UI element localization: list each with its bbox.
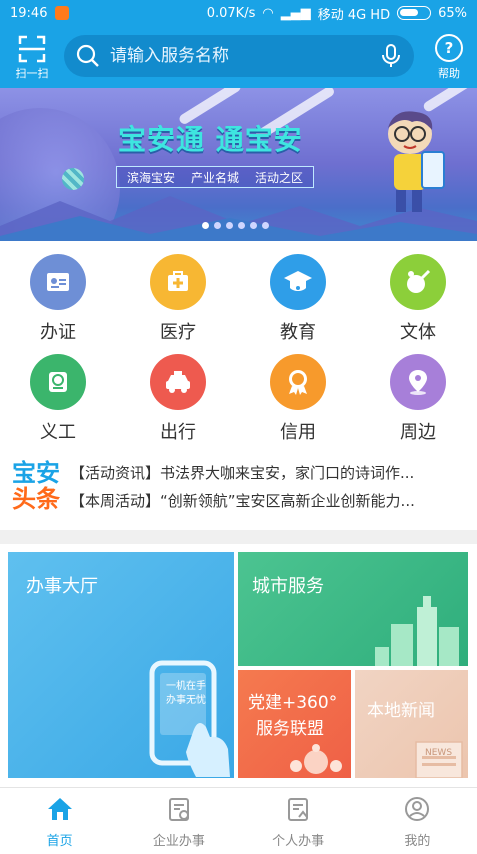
help-icon: ? [435,34,463,62]
city-services-tile[interactable]: 城市服务 [238,552,468,666]
headlines-logo: 宝安 头条 [8,460,64,512]
personal-doc-icon [288,798,309,821]
service-label: 信用 [280,422,316,443]
tile-title: 本地新闻 [367,701,435,721]
bottom-tab-bar: 首页 企业办事 个人办事 我的 [0,787,477,854]
search-icon [76,44,99,67]
service-label: 出行 [160,422,196,443]
banner-tag: 活动之区 [255,170,304,185]
medical-kit-icon [150,254,206,310]
office-hall-tile[interactable]: 办事大厅 一机在手 办事无忧 [8,552,234,778]
phone-hand-illustration [149,660,230,777]
scan-icon [18,35,46,63]
credit-medal-icon [270,354,326,410]
service-label: 义工 [40,422,76,443]
service-label: 医疗 [160,322,196,343]
tab-label: 企业办事 [152,834,205,849]
status-time: 19:46 [10,5,48,21]
ping-pong-icon [390,254,446,310]
user-icon [405,797,430,821]
banner-tag: 产业名城 [191,170,240,185]
headline-tag: 【本周活动】 [70,492,161,510]
scan-button[interactable]: 扫一扫 [8,32,56,84]
graduation-cap-icon [270,254,326,310]
pagination-dot[interactable] [226,222,233,229]
app-header: 扫一扫 ? 帮助 [0,26,477,88]
party-building-tile[interactable]: 党建+360° 服务联盟 [238,670,351,778]
promo-banner[interactable]: 宝安通 通宝安 滨海宝安 产业名城 活动之区 [0,88,477,241]
tab-home[interactable]: 首页 [0,788,119,854]
news-badge: NEWS [425,748,453,758]
section-divider [0,530,477,544]
service-item-chuxing[interactable]: 出行 [128,354,228,444]
service-item-zhoubian[interactable]: 周边 [368,354,468,444]
pagination-dot[interactable] [262,222,269,229]
banner-tag: 滨海宝安 [127,170,176,185]
scan-label: 扫一扫 [15,67,49,80]
pagination-dot[interactable] [238,222,245,229]
headline-item[interactable]: 【本周活动】“创新领航”宝安区高新企业创新能力... [70,490,470,511]
pagination-dot[interactable] [214,222,221,229]
mascot-illustration [388,111,445,212]
tab-mine[interactable]: 我的 [358,788,477,854]
headlines-section: 宝安 头条 【活动资讯】书法界大咖来宝安，家门口的诗词作... 【本周活动】“创… [0,458,477,520]
headlines-logo-line2: 头条 [12,485,60,513]
headline-text: “创新领航”宝安区高新企业创新能力... [160,492,415,510]
carrier-label: 移动 4G HD [317,7,391,23]
search-input[interactable] [110,46,380,66]
service-item-banzheng[interactable]: 办证 [8,254,108,344]
home-icon [47,798,72,820]
headlines-logo-line1: 宝安 [12,459,60,487]
local-news-tile[interactable]: 本地新闻 NEWS [355,670,468,778]
tile-title: 办事大厅 [26,576,98,597]
headline-text: 书法界大咖来宝安，家门口的诗词作... [160,464,415,482]
service-label: 文体 [400,322,436,343]
pagination-dot[interactable] [202,222,209,229]
service-item-jiaoyu[interactable]: 教育 [248,254,348,344]
phone-screen-text: 一机在手 办事无忧 [166,681,206,706]
tile-title-line2: 服务联盟 [256,719,324,739]
network-speed: 0.07K/s [206,5,256,21]
tile-title: 城市服务 [252,576,324,597]
service-item-wenti[interactable]: 文体 [368,254,468,344]
city-buildings-illustration [375,596,459,666]
service-label: 周边 [400,422,436,443]
search-bar[interactable] [64,35,414,77]
volunteer-badge-icon [30,354,86,410]
battery-percent: 65% [438,5,467,21]
help-label: 帮助 [438,67,460,80]
service-label: 教育 [280,322,316,343]
headline-tag: 【活动资讯】 [70,464,161,482]
taxi-icon [150,354,206,410]
location-pin-icon [390,354,446,410]
tab-enterprise[interactable]: 企业办事 [119,788,238,854]
headline-item[interactable]: 【活动资讯】书法界大咖来宝安，家门口的诗词作... [70,462,470,483]
tab-label: 首页 [46,834,73,849]
service-alliance-illustration [290,744,342,774]
notification-app-icon [55,6,70,20]
banner-pagination[interactable] [202,222,269,229]
service-item-xinyong[interactable]: 信用 [248,354,348,444]
tab-label: 个人办事 [272,834,325,849]
status-bar: 19:46 0.07K/s ◠ ▂▄▆ 移动 4G HD 65% [0,0,477,26]
banner-tags: 滨海宝安 产业名城 活动之区 [116,166,315,188]
id-card-icon [30,254,86,310]
enterprise-doc-icon [168,798,189,821]
tile-title-line1: 党建+360° [248,693,338,713]
tab-personal[interactable]: 个人办事 [239,788,358,854]
help-button[interactable]: ? 帮助 [428,34,470,84]
banner-title: 宝安通 通宝安 [118,123,303,156]
battery-icon [397,6,432,20]
microphone-icon[interactable] [380,43,402,69]
service-item-yigong[interactable]: 义工 [8,354,108,444]
service-item-yiliao[interactable]: 医疗 [128,254,228,344]
pagination-dot[interactable] [250,222,257,229]
service-label: 办证 [40,322,76,343]
signal-icon: ▂▄▆ [280,5,311,21]
wifi-icon: ◠ [262,5,274,21]
tab-label: 我的 [404,834,431,849]
